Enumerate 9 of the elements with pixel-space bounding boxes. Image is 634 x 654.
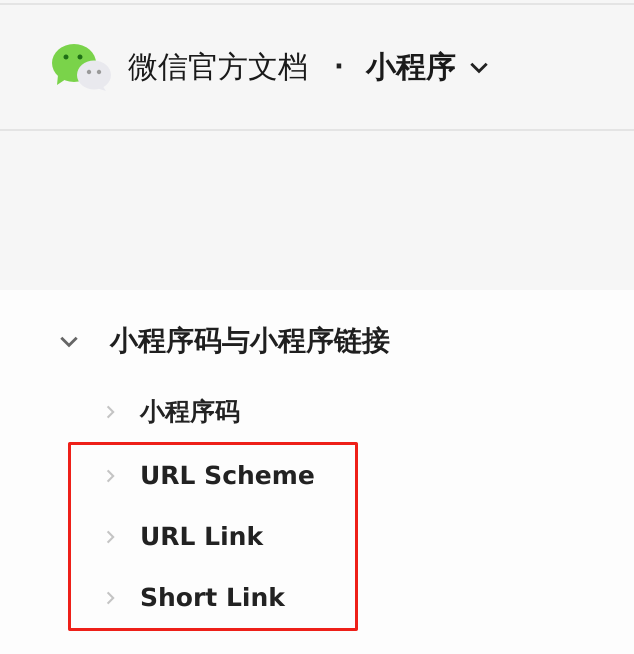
separator-dot: · bbox=[334, 52, 344, 82]
site-title: 微信官方文档 bbox=[128, 48, 308, 86]
tree-item[interactable]: 小程序码与小程序链接 bbox=[0, 316, 634, 366]
chat-bubbles-icon bbox=[50, 43, 112, 91]
section-menu[interactable]: 小程序 bbox=[366, 46, 490, 88]
tree-item[interactable]: Short Link bbox=[71, 567, 355, 628]
tree-item[interactable]: 小程序码 bbox=[0, 381, 634, 442]
tree-item[interactable]: URL Scheme bbox=[71, 445, 355, 506]
tree-item[interactable]: URL Link bbox=[71, 506, 355, 567]
